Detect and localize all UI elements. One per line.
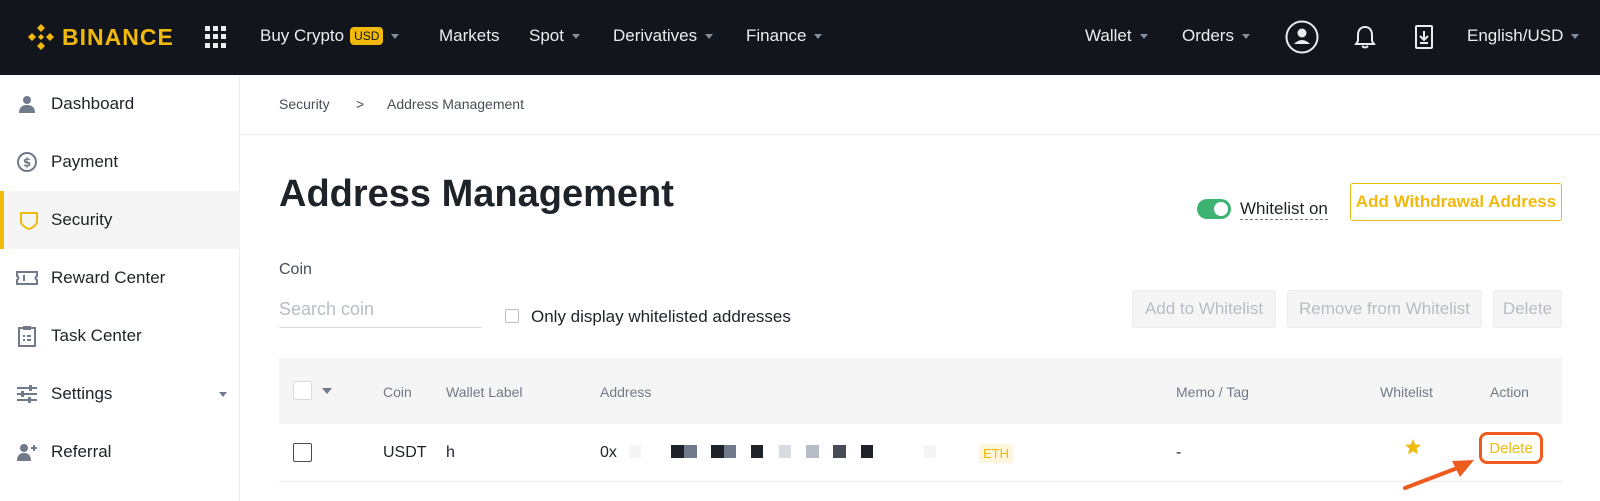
dollar-icon: $ <box>17 152 37 172</box>
svg-text:$: $ <box>23 156 31 170</box>
usd-badge: USD <box>350 27 384 45</box>
breadcrumb-current: Address Management <box>387 96 524 112</box>
delete-selected-button[interactable]: Delete <box>1493 290 1562 328</box>
sidebar-item-task-center[interactable]: Task Center <box>0 307 240 365</box>
only-whitelisted-checkbox[interactable] <box>505 309 519 323</box>
binance-logo[interactable]: BINANCE <box>26 22 174 52</box>
search-coin-input[interactable] <box>279 292 482 328</box>
ticket-icon <box>16 271 38 285</box>
chevron-down-icon[interactable] <box>219 392 227 397</box>
user-icon[interactable] <box>1285 20 1319 54</box>
page-title: Address Management <box>279 173 674 215</box>
column-header-wallet-label: Wallet Label <box>446 384 523 400</box>
row-coin: USDT <box>383 444 427 461</box>
chevron-down-icon <box>1571 33 1580 39</box>
sidebar-item-label: Dashboard <box>51 94 135 113</box>
nav-markets-label: Markets <box>439 26 500 45</box>
shield-icon <box>20 212 38 231</box>
binance-logo-icon <box>28 24 54 50</box>
nav-buy-crypto-label: Buy Crypto <box>260 26 345 45</box>
sidebar-item-security[interactable]: Security <box>0 191 240 249</box>
row-address: 0x <box>600 444 617 461</box>
clipboard-icon <box>18 326 36 347</box>
whitelist-on-label[interactable]: Whitelist on <box>1240 199 1328 220</box>
top-navigation: BINANCE Buy Crypto USD Markets Spot Deri… <box>0 0 1600 75</box>
table-row: USDT h 0x ETH - Delete <box>279 424 1562 482</box>
nav-derivatives[interactable]: Derivatives <box>613 26 714 46</box>
user-icon <box>19 96 35 113</box>
sidebar-item-label: Payment <box>51 152 119 171</box>
sidebar-item-payment[interactable]: $ Payment <box>0 133 240 191</box>
nav-finance-label: Finance <box>746 26 807 45</box>
column-header-address: Address <box>600 384 652 400</box>
table-header: Coin Wallet Label Address Memo / Tag Whi… <box>279 358 1562 424</box>
breadcrumb-security[interactable]: Security <box>279 96 330 112</box>
nav-markets[interactable]: Markets <box>439 26 499 46</box>
add-withdrawal-address-button[interactable]: Add Withdrawal Address <box>1350 183 1562 221</box>
chevron-down-icon[interactable] <box>322 388 332 394</box>
column-header-coin: Coin <box>383 384 412 400</box>
sidebar: Dashboard $ Payment Security Reward Cent… <box>0 75 240 501</box>
column-header-memo-tag: Memo / Tag <box>1176 384 1249 400</box>
sidebar-item-reward-center[interactable]: Reward Center <box>0 249 240 307</box>
sliders-icon <box>17 385 37 403</box>
chevron-down-icon <box>391 33 400 39</box>
annotation-arrow-icon <box>1403 460 1474 490</box>
breadcrumb: Security > Address Management <box>241 75 1600 135</box>
sidebar-item-label: Settings <box>51 384 113 403</box>
nav-wallet[interactable]: Wallet <box>1085 26 1148 46</box>
grid-icon[interactable] <box>205 26 227 48</box>
nav-derivatives-label: Derivatives <box>613 26 698 45</box>
only-whitelisted-label[interactable]: Only display whitelisted addresses <box>531 307 791 327</box>
nav-finance[interactable]: Finance <box>746 26 823 46</box>
nav-wallet-label: Wallet <box>1085 26 1132 45</box>
star-icon[interactable] <box>1404 438 1422 456</box>
row-checkbox[interactable] <box>293 443 312 462</box>
chevron-down-icon <box>571 33 580 39</box>
nav-buy-crypto[interactable]: Buy Crypto USD <box>260 26 400 46</box>
download-icon[interactable] <box>1407 20 1441 54</box>
sidebar-item-label: Task Center <box>51 326 142 345</box>
chevron-down-icon <box>1139 33 1148 39</box>
language-currency-selector[interactable]: English/USD <box>1467 26 1580 46</box>
add-to-whitelist-button[interactable]: Add to Whitelist <box>1132 290 1276 328</box>
nav-spot[interactable]: Spot <box>529 26 580 46</box>
whitelist-toggle[interactable] <box>1197 199 1231 219</box>
user-plus-icon <box>17 444 37 461</box>
column-header-action: Action <box>1490 384 1529 400</box>
sidebar-item-label: Security <box>51 210 113 229</box>
nav-spot-label: Spot <box>529 26 564 45</box>
chevron-down-icon <box>814 33 823 39</box>
chevron-down-icon <box>705 33 714 39</box>
row-memo: - <box>1176 444 1182 461</box>
language-label: English/USD <box>1467 26 1564 45</box>
breadcrumb-separator: > <box>356 96 365 112</box>
select-all-checkbox[interactable] <box>293 381 312 400</box>
row-wallet-label: h <box>446 444 455 461</box>
sidebar-item-label: Referral <box>51 442 112 461</box>
chevron-down-icon <box>1241 33 1250 39</box>
bell-icon[interactable] <box>1348 20 1382 54</box>
coin-filter-label: Coin <box>279 261 312 278</box>
sidebar-item-dashboard[interactable]: Dashboard <box>0 75 240 133</box>
column-header-whitelist: Whitelist <box>1380 384 1433 400</box>
sidebar-item-label: Reward Center <box>51 268 166 287</box>
network-badge: ETH <box>979 444 1013 463</box>
sidebar-item-settings[interactable]: Settings <box>0 365 240 423</box>
brand-name: BINANCE <box>62 23 174 50</box>
nav-orders-label: Orders <box>1182 26 1234 45</box>
sidebar-item-referral[interactable]: Referral <box>0 423 240 481</box>
remove-from-whitelist-button[interactable]: Remove from Whitelist <box>1287 290 1482 328</box>
nav-orders[interactable]: Orders <box>1182 26 1250 46</box>
row-delete-link[interactable]: Delete <box>1479 432 1543 464</box>
